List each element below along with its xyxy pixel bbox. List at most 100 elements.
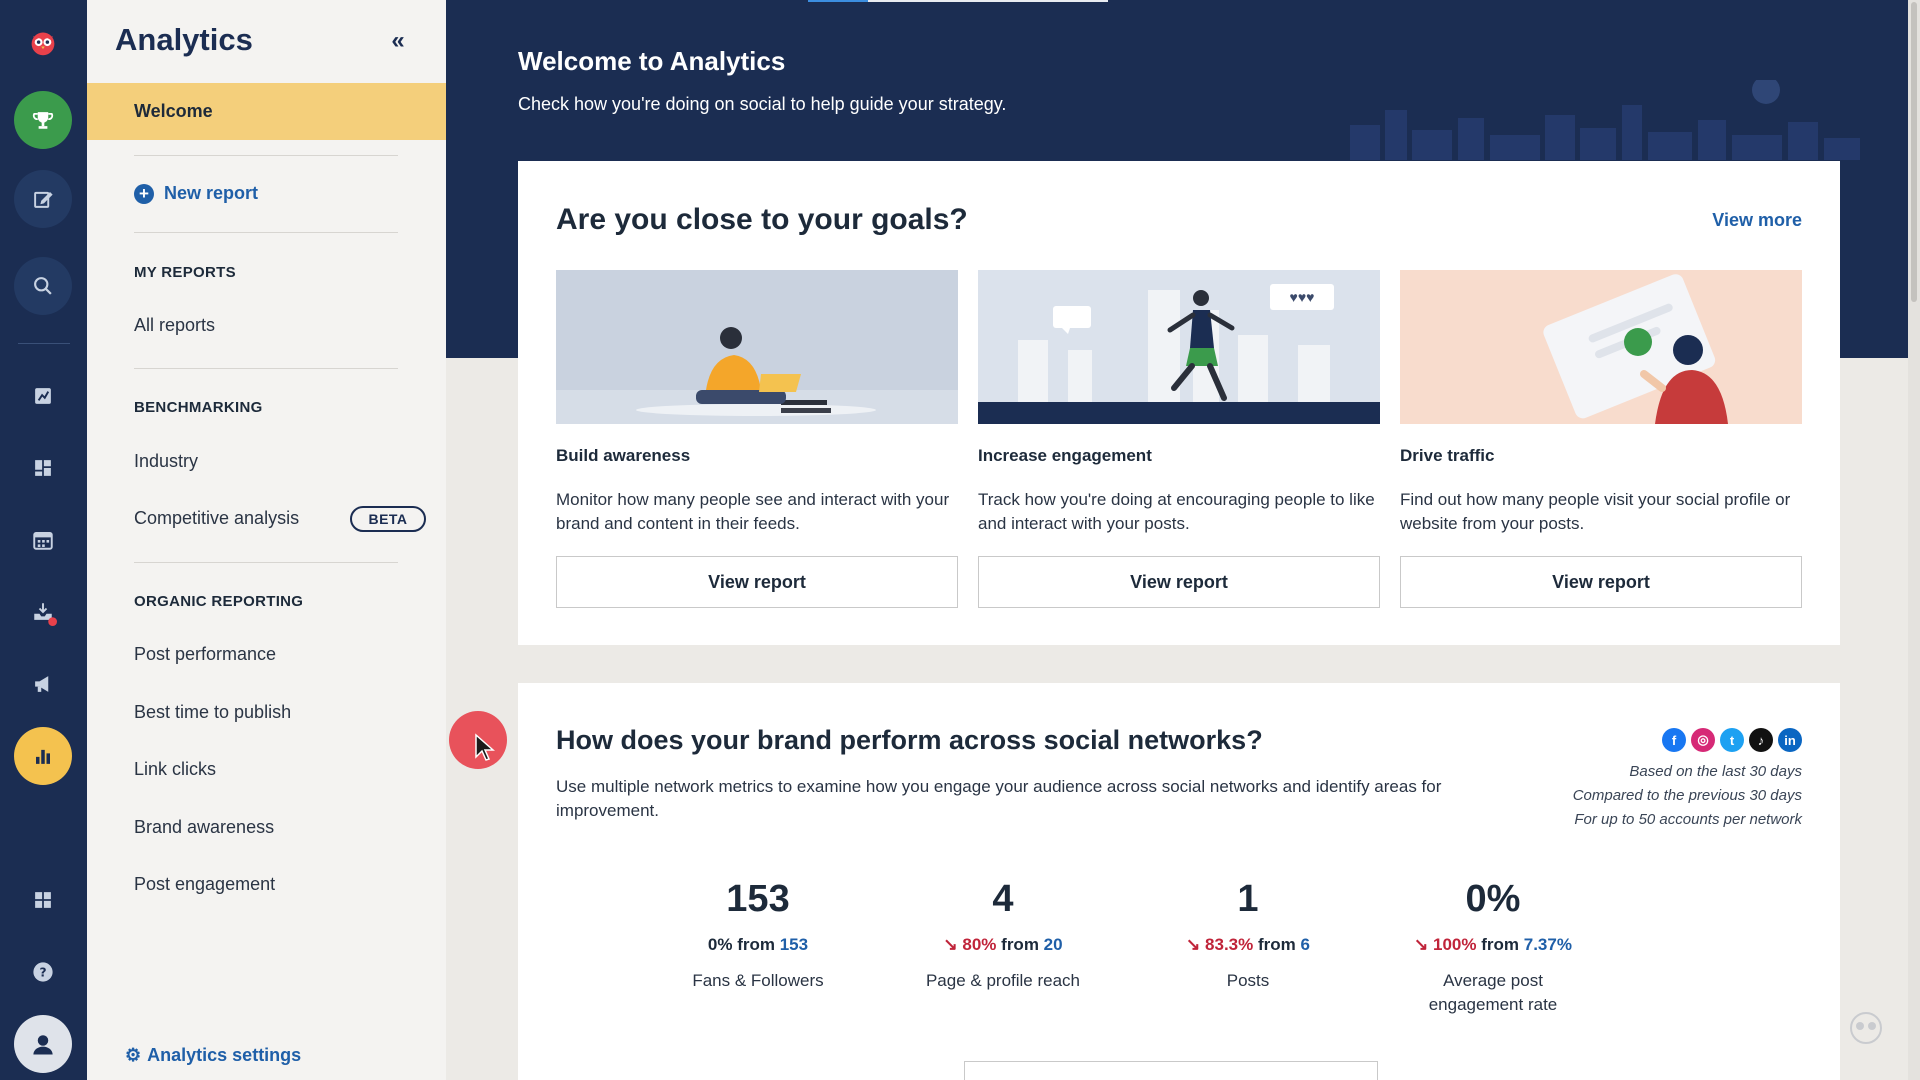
divider	[134, 155, 398, 156]
goal-description: Monitor how many people see and interact…	[556, 490, 950, 533]
owl-logo-icon[interactable]	[14, 14, 72, 72]
divider	[134, 562, 398, 563]
sidebar-item-brand-awareness[interactable]: Brand awareness	[134, 817, 274, 838]
stat-value: 0%	[1465, 878, 1521, 920]
loading-bar-progress	[808, 0, 868, 2]
goals-title: Are you close to your goals?	[556, 203, 968, 236]
tiktok-icon: ♪	[1749, 728, 1773, 752]
divider	[134, 368, 398, 369]
goals-card: Are you close to your goals? View more B…	[518, 161, 1840, 645]
trophy-icon[interactable]	[14, 91, 72, 149]
stat-label: Average post engagement rate	[1428, 971, 1558, 1014]
profile-avatar-icon[interactable]	[14, 1015, 72, 1073]
sidebar-item-link-clicks[interactable]: Link clicks	[134, 759, 216, 780]
goal-title: Build awareness	[556, 446, 691, 465]
page-scrollbar[interactable]	[1908, 0, 1920, 1080]
meta-line: Based on the last 30 days	[1629, 763, 1802, 780]
svg-text:♥♥♥: ♥♥♥	[1290, 289, 1315, 305]
change-percent: 100%	[1433, 935, 1477, 954]
plus-circle-icon: +	[134, 183, 154, 204]
view-report-button-increase-engagement[interactable]: View report	[978, 556, 1380, 608]
goal-title: Increase engagement	[978, 446, 1152, 465]
help-icon[interactable]: ?	[14, 943, 72, 1001]
sidebar-item-welcome[interactable]: Welcome	[87, 83, 446, 140]
megaphone-icon[interactable]	[14, 655, 72, 713]
organic-reporting-heading: ORGANIC REPORTING	[134, 593, 304, 610]
sidebar-item-best-time-to-publish[interactable]: Best time to publish	[134, 702, 291, 723]
collapse-sidebar-button[interactable]: «	[383, 26, 413, 56]
new-report-button[interactable]: + New report	[134, 183, 258, 204]
stat-page-profile-reach: 4 ↘ 80% from 20 Page & profile reach	[883, 878, 1123, 993]
from-word: from	[1257, 935, 1296, 954]
from-word: from	[1001, 935, 1039, 954]
previous-value: 20	[1043, 935, 1063, 954]
stat-average-post-engagement-rate: 0% ↘ 100% from 7.37% Average post engage…	[1373, 878, 1613, 1017]
trend-down-arrow-icon: ↘	[943, 935, 958, 954]
analytics-sidebar: Analytics « Welcome + New report MY REPO…	[87, 0, 446, 1080]
stat-label: Page & profile reach	[925, 971, 1081, 990]
stat-change: ↘ 80% from 20	[883, 935, 1123, 955]
rail-separator	[18, 343, 70, 344]
apps-icon[interactable]	[14, 871, 72, 929]
page-title: Welcome to Analytics	[518, 46, 786, 76]
networks-description: Use multiple network metrics to examine …	[556, 777, 1442, 820]
icon-rail: ?	[0, 0, 87, 1080]
svg-text:?: ?	[39, 965, 46, 979]
sidebar-item-industry[interactable]: Industry	[134, 451, 198, 472]
stat-change: ↘ 100% from 7.37%	[1373, 935, 1613, 955]
sidebar-item-all-reports[interactable]: All reports	[134, 315, 215, 336]
drive-traffic-illustration	[1400, 270, 1802, 424]
from-word: from	[1481, 935, 1520, 954]
calendar-icon[interactable]	[14, 511, 72, 569]
my-reports-heading: MY REPORTS	[134, 264, 236, 281]
trend-down-arrow-icon: ↘	[1186, 935, 1201, 954]
scrollbar-thumb[interactable]	[1911, 2, 1917, 302]
page-subtitle: Check how you're doing on social to help…	[518, 94, 1007, 114]
stat-label: Posts	[1226, 971, 1270, 990]
analytics-settings-link[interactable]: ⚙ Analytics settings	[125, 1045, 301, 1066]
goal-description: Track how you're doing at encouraging pe…	[978, 490, 1375, 533]
analytics-icon[interactable]	[14, 727, 72, 785]
instagram-icon: ◎	[1691, 728, 1715, 752]
increase-engagement-illustration: ♥♥♥	[978, 270, 1380, 424]
partially-visible-button[interactable]	[964, 1061, 1378, 1080]
sidebar-item-competitive-analysis[interactable]: Competitive analysis	[134, 508, 299, 529]
networks-title: How does your brand perform across socia…	[556, 725, 1263, 755]
city-skyline-illustration	[1350, 80, 1860, 160]
goal-description: Find out how many people visit your soci…	[1400, 490, 1791, 533]
meta-line: Compared to the previous 30 days	[1572, 787, 1802, 804]
sidebar-title: Analytics	[115, 22, 253, 57]
twitter-icon: t	[1720, 728, 1744, 752]
meta-line: For up to 50 accounts per network	[1574, 811, 1802, 828]
sidebar-item-post-performance[interactable]: Post performance	[134, 644, 276, 665]
goal-title: Drive traffic	[1400, 446, 1495, 465]
owl-watermark-icon	[1846, 1006, 1886, 1046]
stat-change: ↘ 83.3% from 6	[1128, 935, 1368, 955]
date-range-meta: Based on the last 30 days Compared to th…	[1573, 760, 1802, 832]
divider	[134, 232, 398, 233]
previous-value: 6	[1300, 935, 1310, 954]
compose-icon[interactable]	[14, 170, 72, 228]
view-more-link[interactable]: View more	[1712, 210, 1802, 231]
analytics-reports-icon[interactable]	[14, 367, 72, 425]
view-report-button-build-awareness[interactable]: View report	[556, 556, 958, 608]
gear-icon: ⚙	[125, 1045, 142, 1065]
new-report-label: New report	[164, 183, 259, 203]
dashboard-icon[interactable]	[14, 439, 72, 497]
search-icon[interactable]	[14, 257, 72, 315]
goal-build-awareness: Build awareness Monitor how many people …	[556, 270, 958, 608]
view-report-button-drive-traffic[interactable]: View report	[1400, 556, 1802, 608]
goal-drive-traffic: Drive traffic Find out how many people v…	[1400, 270, 1802, 608]
trend-down-arrow-icon: ↘	[1414, 935, 1429, 954]
sidebar-item-post-engagement[interactable]: Post engagement	[134, 874, 275, 895]
previous-value: 7.37%	[1523, 935, 1572, 954]
main-content: Welcome to Analytics Check how you're do…	[446, 0, 1920, 1080]
stat-label: Fans & Followers	[692, 971, 824, 990]
from-word: from	[737, 935, 775, 954]
sidebar-item-label: Welcome	[134, 101, 213, 121]
inbox-icon[interactable]	[14, 583, 72, 641]
network-icons: f ◎ t ♪ in	[1662, 728, 1802, 752]
stat-fans-followers: 153 0% from 153 Fans & Followers	[638, 878, 878, 993]
goal-increase-engagement: ♥♥♥ Increase engagement Track how you're…	[978, 270, 1380, 608]
stat-posts: 1 ↘ 83.3% from 6 Posts	[1128, 878, 1368, 993]
